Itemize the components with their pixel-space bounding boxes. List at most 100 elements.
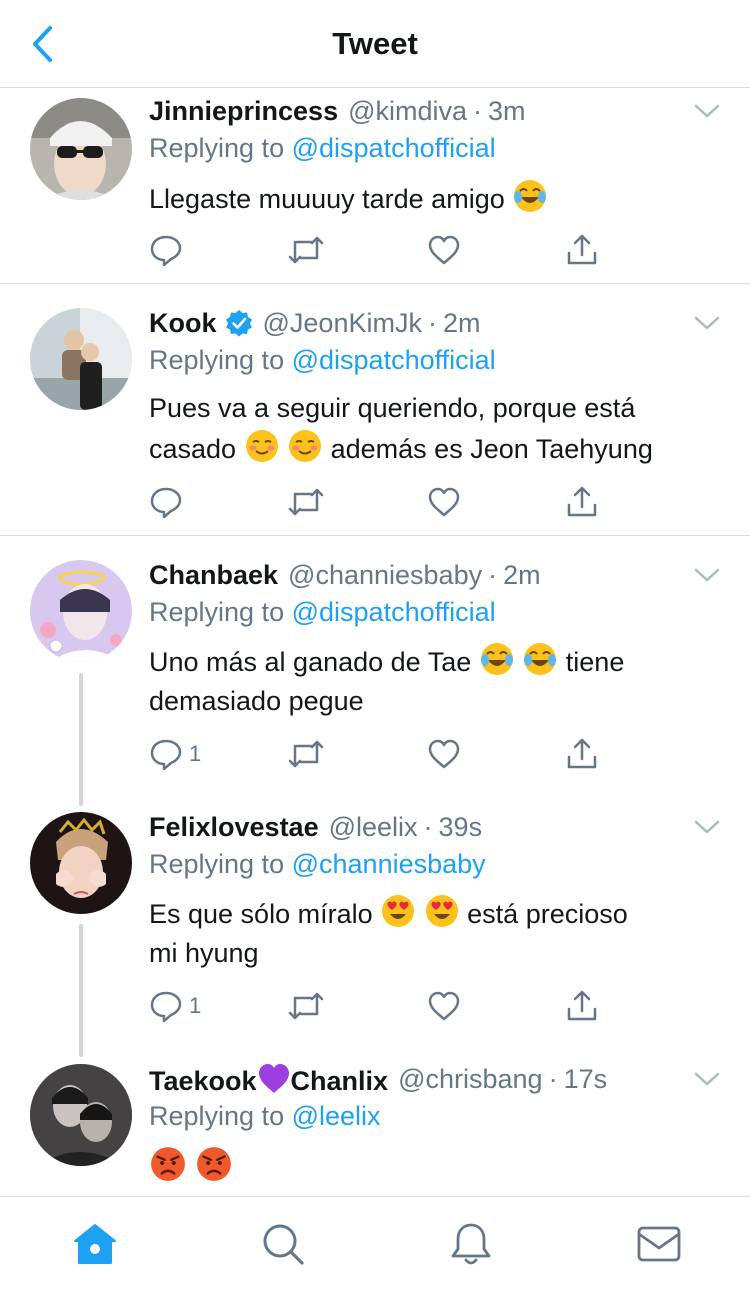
display-name[interactable]: Felixlovestae: [149, 812, 319, 843]
tweet[interactable]: Taekook Chanlix @chrisbang · 17s Replying…: [0, 1040, 750, 1196]
replying-to: Replying to @dispatchofficial: [149, 345, 496, 375]
reply-button[interactable]: [149, 230, 183, 270]
replying-to: Replying to @dispatchofficial: [149, 597, 496, 627]
user-handle[interactable]: @channiesbaby: [288, 560, 482, 591]
chevron-down-icon: [694, 820, 720, 834]
mention-link[interactable]: @dispatchofficial: [292, 345, 496, 375]
reply-button[interactable]: 1: [149, 734, 201, 774]
purple-heart-icon: [258, 1063, 289, 1093]
tweet-menu-button[interactable]: [692, 1064, 722, 1094]
like-button[interactable]: [427, 734, 461, 774]
retweet-button[interactable]: [287, 482, 325, 522]
retweet-button[interactable]: [287, 986, 325, 1026]
reply-icon: [150, 235, 182, 267]
reply-button[interactable]: [149, 482, 183, 522]
tweet-menu-button[interactable]: [692, 96, 722, 126]
tweet[interactable]: Felixlovestae @leelix · 39s Replying to …: [0, 788, 750, 1040]
tweet-actions: 1: [149, 986, 609, 1026]
tweet-header: Taekook Chanlix @chrisbang · 17s: [149, 1061, 690, 1097]
tweet[interactable]: Chanbaek @channiesbaby · 2m Replying to …: [0, 536, 750, 788]
display-name[interactable]: Taekook Chanlix: [149, 1062, 388, 1097]
separator-dot: ·: [488, 559, 498, 590]
chevron-down-icon: [694, 104, 720, 118]
tweet-menu-button[interactable]: [692, 308, 722, 338]
tweet-text: [149, 1145, 720, 1188]
timestamp[interactable]: 2m: [443, 308, 481, 339]
retweet-icon: [288, 236, 324, 264]
mention-link[interactable]: @dispatchofficial: [292, 133, 496, 163]
tab-search[interactable]: [258, 1219, 308, 1269]
angry-face-icon: [151, 1147, 185, 1181]
heart-icon: [428, 487, 460, 517]
separator-dot: ·: [473, 95, 483, 126]
avatar[interactable]: [30, 812, 132, 914]
share-icon: [567, 738, 597, 769]
user-handle[interactable]: @JeonKimJk: [263, 308, 422, 339]
like-button[interactable]: [427, 230, 461, 270]
face-with-tears-of-joy-icon: [524, 643, 557, 675]
heart-eyes-icon: [382, 895, 415, 927]
like-button[interactable]: [427, 482, 461, 522]
tweet-text: Pues va a seguir queriendo, porque está …: [149, 393, 653, 464]
replying-to: Replying to @dispatchofficial: [149, 133, 496, 163]
user-handle[interactable]: @kimdiva: [348, 96, 467, 127]
tweet-header: Felixlovestae @leelix · 39s: [149, 809, 690, 845]
share-button[interactable]: [565, 230, 599, 270]
avatar[interactable]: [30, 560, 132, 662]
tweet[interactable]: Jinnieprincess @kimdiva · 3m Replying to…: [0, 88, 750, 284]
tweet-text: Llegaste muuuuy tarde amigo: [149, 178, 720, 219]
display-name[interactable]: Jinnieprincess: [149, 96, 338, 127]
heart-icon: [428, 235, 460, 265]
tweet[interactable]: Kook @JeonKimJk · 2m Replying to @dispat…: [0, 284, 750, 536]
share-icon: [567, 234, 597, 265]
timestamp[interactable]: 39s: [439, 812, 483, 843]
share-icon: [567, 486, 597, 517]
user-handle[interactable]: @chrisbang: [398, 1064, 542, 1095]
tab-notifications[interactable]: [446, 1219, 496, 1269]
timestamp[interactable]: 17s: [564, 1064, 608, 1095]
chevron-down-icon: [694, 316, 720, 330]
display-name[interactable]: Chanbaek: [149, 560, 278, 591]
top-navigation-bar: Tweet: [0, 0, 750, 88]
display-name[interactable]: Kook: [149, 308, 217, 339]
tweet-header: Kook @JeonKimJk · 2m: [149, 305, 690, 341]
avatar[interactable]: [30, 308, 132, 410]
tweet-actions: 1: [149, 734, 609, 774]
chevron-down-icon: [694, 1072, 720, 1086]
replying-to: Replying to @leelix: [149, 1101, 381, 1131]
search-icon: [263, 1224, 304, 1265]
chevron-down-icon: [694, 568, 720, 582]
home-icon: [74, 1224, 116, 1264]
verified-badge-icon: [225, 309, 253, 337]
tweet-actions: [149, 482, 609, 522]
tab-messages[interactable]: [634, 1219, 684, 1269]
heart-icon: [428, 739, 460, 769]
avatar[interactable]: [30, 1064, 132, 1166]
mention-link[interactable]: @leelix: [292, 1101, 381, 1131]
messages-envelope-icon: [637, 1226, 681, 1262]
user-handle[interactable]: @leelix: [329, 812, 418, 843]
reply-icon: [150, 991, 182, 1023]
reply-button[interactable]: 1: [149, 986, 201, 1026]
heart-eyes-icon: [425, 895, 458, 927]
timestamp[interactable]: 3m: [488, 96, 526, 127]
mention-link[interactable]: @channiesbaby: [292, 849, 486, 879]
tweet-menu-button[interactable]: [692, 560, 722, 590]
share-button[interactable]: [565, 482, 599, 522]
retweet-button[interactable]: [287, 230, 325, 270]
avatar[interactable]: [30, 98, 132, 200]
bottom-tab-bar: [0, 1196, 750, 1294]
retweet-button[interactable]: [287, 734, 325, 774]
notifications-bell-icon: [451, 1223, 491, 1265]
share-button[interactable]: [565, 734, 599, 774]
timestamp[interactable]: 2m: [503, 560, 541, 591]
tweet-header: Chanbaek @channiesbaby · 2m: [149, 557, 690, 593]
tab-home[interactable]: [70, 1219, 120, 1269]
tweet-menu-button[interactable]: [692, 812, 722, 842]
share-button[interactable]: [565, 986, 599, 1026]
like-button[interactable]: [427, 986, 461, 1026]
smiling-face-icon: [245, 430, 278, 462]
reply-feed: Jinnieprincess @kimdiva · 3m Replying to…: [0, 88, 750, 1196]
retweet-icon: [288, 488, 324, 516]
mention-link[interactable]: @dispatchofficial: [292, 597, 496, 627]
